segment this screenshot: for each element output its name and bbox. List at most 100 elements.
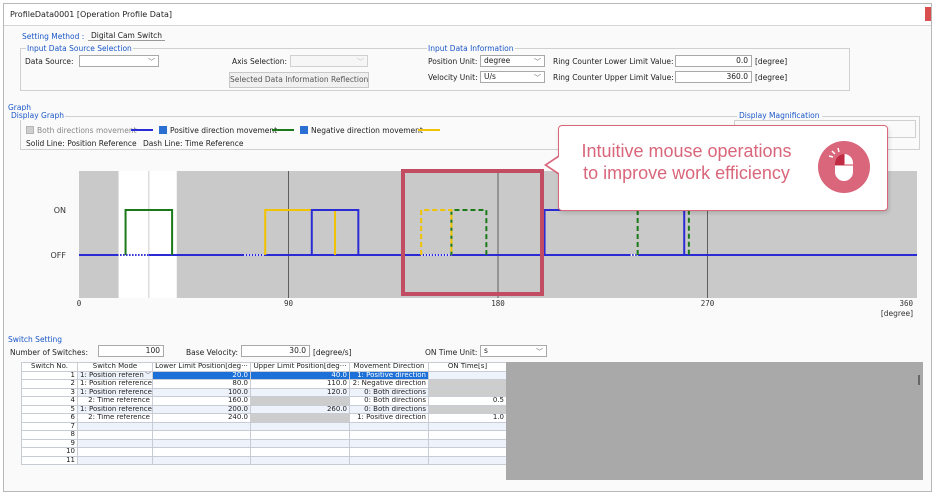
column-header[interactable]: ON Time[s]: [428, 362, 507, 372]
positive-direction-checkbox[interactable]: [159, 126, 167, 134]
cell-mode[interactable]: 1: Position reference: [77, 404, 153, 414]
cell-upper[interactable]: [250, 438, 350, 448]
cell-on-time[interactable]: [428, 370, 507, 380]
cell-upper[interactable]: [250, 421, 350, 431]
cell-on-time[interactable]: [428, 387, 507, 397]
cell-on-time[interactable]: [428, 379, 507, 389]
axis-selection-select[interactable]: ﹀: [290, 55, 368, 67]
chevron-down-icon[interactable]: ﹀: [145, 372, 151, 379]
cell-on-time[interactable]: 0.5: [428, 396, 507, 406]
reflect-button[interactable]: Selected Data Information Reflection: [229, 72, 369, 88]
cell-upper[interactable]: [250, 396, 350, 406]
both-directions-checkbox[interactable]: [26, 126, 34, 134]
table-row[interactable]: 3 1: Position reference 100.0 120.0 0: Both …: [21, 387, 507, 397]
column-header[interactable]: Switch No.: [21, 362, 78, 372]
cell-upper[interactable]: 110.0: [250, 379, 350, 389]
cell-lower[interactable]: [152, 455, 251, 465]
table-row[interactable]: 4 2: Time reference 160.0 0: Both direction…: [21, 396, 507, 406]
cell-dir[interactable]: [349, 447, 429, 457]
cell-mode[interactable]: 1: Position reference: [77, 387, 153, 397]
cell-mode[interactable]: [77, 438, 153, 448]
cell-no: 3: [21, 387, 78, 397]
cell-on-time[interactable]: 1.0: [428, 413, 507, 423]
cell-mode[interactable]: 2: Time reference: [77, 396, 153, 406]
cell-upper[interactable]: 120.0: [250, 387, 350, 397]
cell-on-time[interactable]: [428, 421, 507, 431]
column-header[interactable]: Switch Mode: [77, 362, 153, 372]
cell-on-time[interactable]: [428, 455, 507, 465]
cell-lower[interactable]: 200.0: [152, 404, 251, 414]
cell-dir[interactable]: 0: Both directions: [349, 404, 429, 414]
cell-upper[interactable]: [250, 413, 350, 423]
data-source-select[interactable]: ﹀: [79, 55, 159, 67]
cell-lower[interactable]: 160.0: [152, 396, 251, 406]
column-header[interactable]: Upper Limit Position[deg···: [250, 362, 350, 372]
cell-mode[interactable]: [77, 421, 153, 431]
cell-mode[interactable]: 2: Time reference: [77, 413, 153, 423]
cell-lower[interactable]: 80.0: [152, 379, 251, 389]
both-directions-label: Both directions movement: [37, 126, 137, 135]
table-row[interactable]: 6 2: Time reference 240.0 1: Positive direc…: [21, 413, 507, 423]
cell-mode[interactable]: 1: Position reference: [77, 379, 153, 389]
cell-upper[interactable]: [250, 430, 350, 440]
cell-on-time[interactable]: [428, 438, 507, 448]
cell-lower[interactable]: 240.0: [152, 413, 251, 423]
table-row[interactable]: 9: [21, 438, 507, 448]
cell-no: 6: [21, 413, 78, 423]
on-time-unit-select[interactable]: s ﹀: [480, 345, 547, 357]
cell-on-time[interactable]: [428, 430, 507, 440]
ring-lower-field[interactable]: 0.0: [675, 55, 752, 67]
num-switches-field[interactable]: 100: [98, 345, 164, 357]
cell-lower[interactable]: [152, 447, 251, 457]
cell-dir[interactable]: [349, 430, 429, 440]
cell-mode[interactable]: [77, 447, 153, 457]
display-magnification-label: Display Magnification: [737, 111, 822, 120]
cell-mode[interactable]: [77, 455, 153, 465]
callout-line-1: Intuitive mouse operations: [581, 141, 792, 161]
cell-lower[interactable]: 20.0: [152, 370, 251, 380]
close-icon[interactable]: [925, 7, 931, 21]
cell-upper[interactable]: 260.0: [250, 404, 350, 414]
velocity-unit-select[interactable]: U/s ﹀: [480, 71, 545, 83]
cell-dir[interactable]: 0: Both directions: [349, 387, 429, 397]
cell-on-time[interactable]: [428, 404, 507, 414]
table-scrollbar[interactable]: [918, 375, 920, 385]
position-unit-label: Position Unit:: [428, 57, 478, 66]
cell-dir[interactable]: [349, 421, 429, 431]
ring-upper-field[interactable]: 360.0: [675, 71, 752, 83]
table-row[interactable]: 7: [21, 421, 507, 431]
cell-lower[interactable]: 100.0: [152, 387, 251, 397]
negative-direction-checkbox[interactable]: [300, 126, 308, 134]
table-row[interactable]: 1 1: Position referen ﹀ 20.0 40.0 1: Positive…: [21, 370, 507, 380]
table-row[interactable]: 11: [21, 455, 507, 465]
table-row[interactable]: 10: [21, 447, 507, 457]
cell-upper[interactable]: [250, 455, 350, 465]
base-velocity-field[interactable]: 30.0: [241, 345, 310, 357]
table-row[interactable]: 2 1: Position reference 80.0 110.0 2: Negati…: [21, 379, 507, 389]
y-level-label: ON: [54, 206, 66, 215]
cell-lower[interactable]: [152, 438, 251, 448]
cell-upper[interactable]: 40.0: [250, 370, 350, 380]
table-row[interactable]: 5 1: Position reference 200.0 260.0 0: Both …: [21, 404, 507, 414]
both-directions-legend-line: [131, 129, 153, 131]
x-axis-unit: [degree]: [881, 309, 913, 318]
column-header[interactable]: Lower Limit Position[deg···: [152, 362, 251, 372]
cell-on-time[interactable]: [428, 447, 507, 457]
table-row[interactable]: 8: [21, 430, 507, 440]
cell-dir[interactable]: 2: Negative direction: [349, 379, 429, 389]
cell-dir[interactable]: [349, 438, 429, 448]
column-header[interactable]: Movement Direction: [349, 362, 429, 372]
cell-no: 2: [21, 379, 78, 389]
cell-upper[interactable]: [250, 447, 350, 457]
cell-dir[interactable]: 1: Positive direction: [349, 370, 429, 380]
cell-dir[interactable]: 1: Positive direction: [349, 413, 429, 423]
cell-lower[interactable]: [152, 430, 251, 440]
position-unit-select[interactable]: degree ﹀: [480, 55, 545, 67]
cell-dir[interactable]: 0: Both directions: [349, 396, 429, 406]
input-info-group-label: Input Data Information: [427, 44, 515, 53]
cell-mode[interactable]: 1: Position referen ﹀: [77, 370, 153, 380]
cell-dir[interactable]: [349, 455, 429, 465]
setting-method-tab[interactable]: Digital Cam Switch: [88, 31, 166, 41]
cell-mode[interactable]: [77, 430, 153, 440]
cell-lower[interactable]: [152, 421, 251, 431]
